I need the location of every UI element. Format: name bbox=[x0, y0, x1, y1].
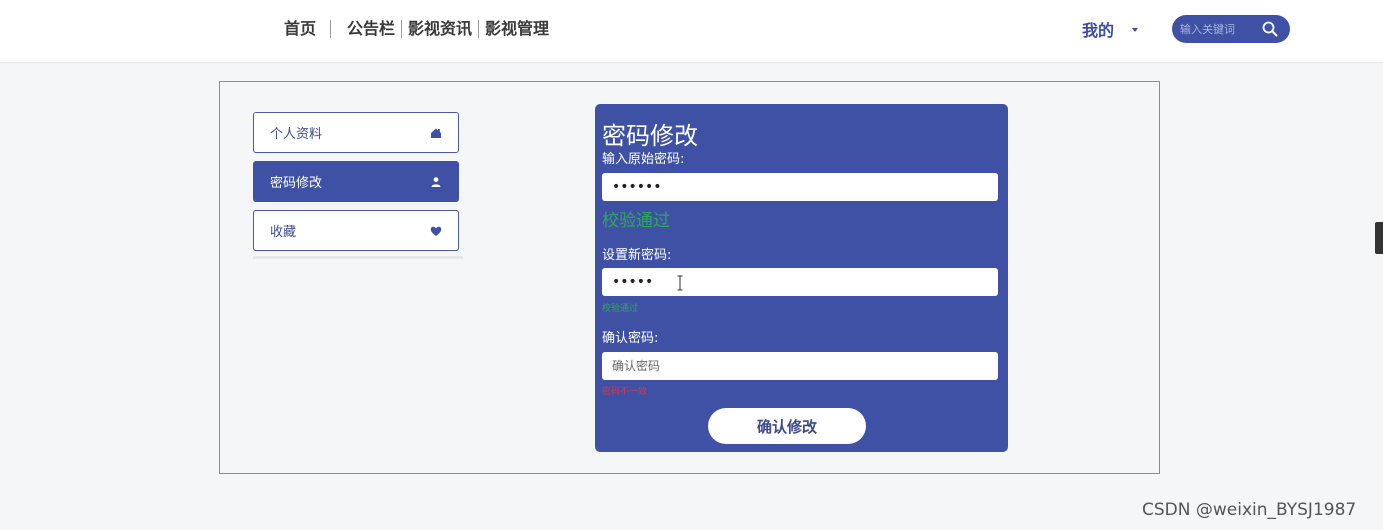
watermark: CSDN @weixin_BYSJ1987 bbox=[1142, 500, 1357, 520]
nav-divider bbox=[330, 20, 332, 38]
sidebar-item-profile[interactable]: 个人资料 bbox=[253, 112, 459, 153]
old-password-label: 输入原始密码: bbox=[602, 152, 685, 167]
password-form-card: 密码修改 输入原始密码: 校验通过 设置新密码: 校验通过 确认密码: 密码不一… bbox=[595, 104, 1008, 452]
top-navbar: 首页 公告栏 影视资讯 影视管理 我的 bbox=[0, 0, 1383, 63]
new-password-status: 校验通过 bbox=[602, 304, 639, 314]
confirm-password-status: 密码不一致 bbox=[602, 387, 648, 397]
sidebar-item-label: 密码修改 bbox=[270, 176, 323, 191]
nav-news[interactable]: 影视资讯 bbox=[402, 19, 478, 39]
user-menu[interactable]: 我的 bbox=[1082, 17, 1139, 41]
confirm-change-button[interactable]: 确认修改 bbox=[708, 408, 866, 444]
new-password-field[interactable] bbox=[602, 268, 998, 296]
old-password-field[interactable] bbox=[602, 173, 998, 201]
old-password-status: 校验通过 bbox=[602, 211, 670, 231]
user-icon bbox=[431, 176, 441, 187]
nav-notice[interactable]: 公告栏 bbox=[341, 19, 401, 39]
confirm-password-label: 确认密码: bbox=[602, 331, 659, 346]
home-icon bbox=[431, 128, 441, 138]
text-cursor-icon bbox=[677, 275, 683, 291]
main-nav: 首页 公告栏 影视资讯 影视管理 bbox=[270, 17, 555, 41]
search-box bbox=[1172, 15, 1290, 43]
confirm-password-field[interactable] bbox=[602, 352, 998, 380]
nav-home[interactable]: 首页 bbox=[270, 19, 330, 39]
search-input[interactable] bbox=[1180, 19, 1264, 39]
sidebar-item-label: 收藏 bbox=[270, 225, 297, 240]
sidebar-item-label: 个人资料 bbox=[270, 127, 323, 142]
nav-manage[interactable]: 影视管理 bbox=[479, 19, 555, 39]
search-icon[interactable] bbox=[1262, 21, 1278, 37]
sidebar-item-password[interactable]: 密码修改 bbox=[253, 161, 459, 202]
sidebar-divider bbox=[253, 256, 463, 259]
caret-down-icon bbox=[1132, 28, 1139, 32]
sidebar-item-favorites[interactable]: 收藏 bbox=[253, 210, 459, 251]
new-password-label: 设置新密码: bbox=[602, 248, 672, 263]
form-title: 密码修改 bbox=[602, 122, 698, 150]
heart-icon bbox=[430, 226, 442, 236]
side-scroll-tab[interactable] bbox=[1375, 222, 1383, 254]
user-menu-label: 我的 bbox=[1082, 21, 1115, 40]
